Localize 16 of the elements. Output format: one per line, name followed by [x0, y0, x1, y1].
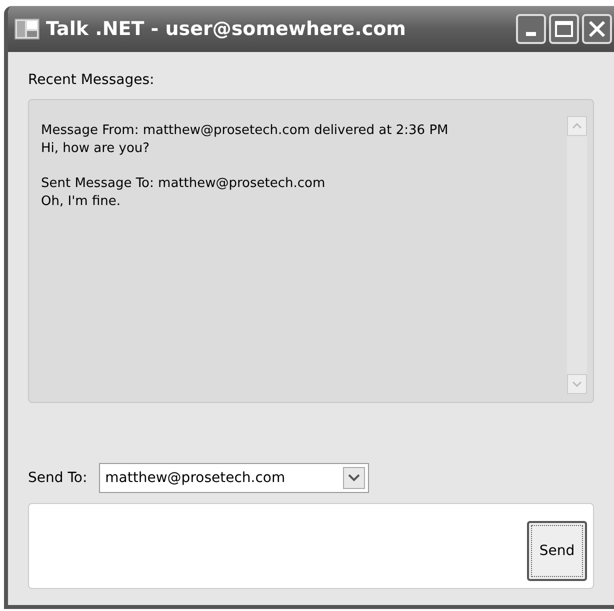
- message-body: Oh, I'm fine.: [41, 193, 122, 211]
- recent-messages-label: Recent Messages:: [28, 71, 156, 90]
- minimize-button[interactable]: [516, 14, 546, 44]
- send-to-label: Send To:: [28, 468, 88, 488]
- close-button[interactable]: [582, 14, 612, 44]
- message-header: Sent Message To: matthew@prosetech.com: [41, 175, 326, 193]
- close-icon[interactable]: [588, 20, 606, 38]
- recipient-dropdown[interactable]: matthew@prosetech.com: [99, 463, 370, 493]
- window-icon: [14, 18, 40, 40]
- chevron-down-icon[interactable]: [343, 467, 366, 489]
- message-header: Message From: matthew@prosetech.com delivered at 2:36 PM: [41, 122, 450, 140]
- message-input[interactable]: Send: [28, 503, 594, 589]
- message-body: Hi, how are you?: [41, 140, 151, 158]
- maximize-button[interactable]: [549, 14, 579, 44]
- window-title: Talk .NET - user@somewhere.com: [46, 16, 406, 42]
- send-button[interactable]: Send: [527, 521, 587, 581]
